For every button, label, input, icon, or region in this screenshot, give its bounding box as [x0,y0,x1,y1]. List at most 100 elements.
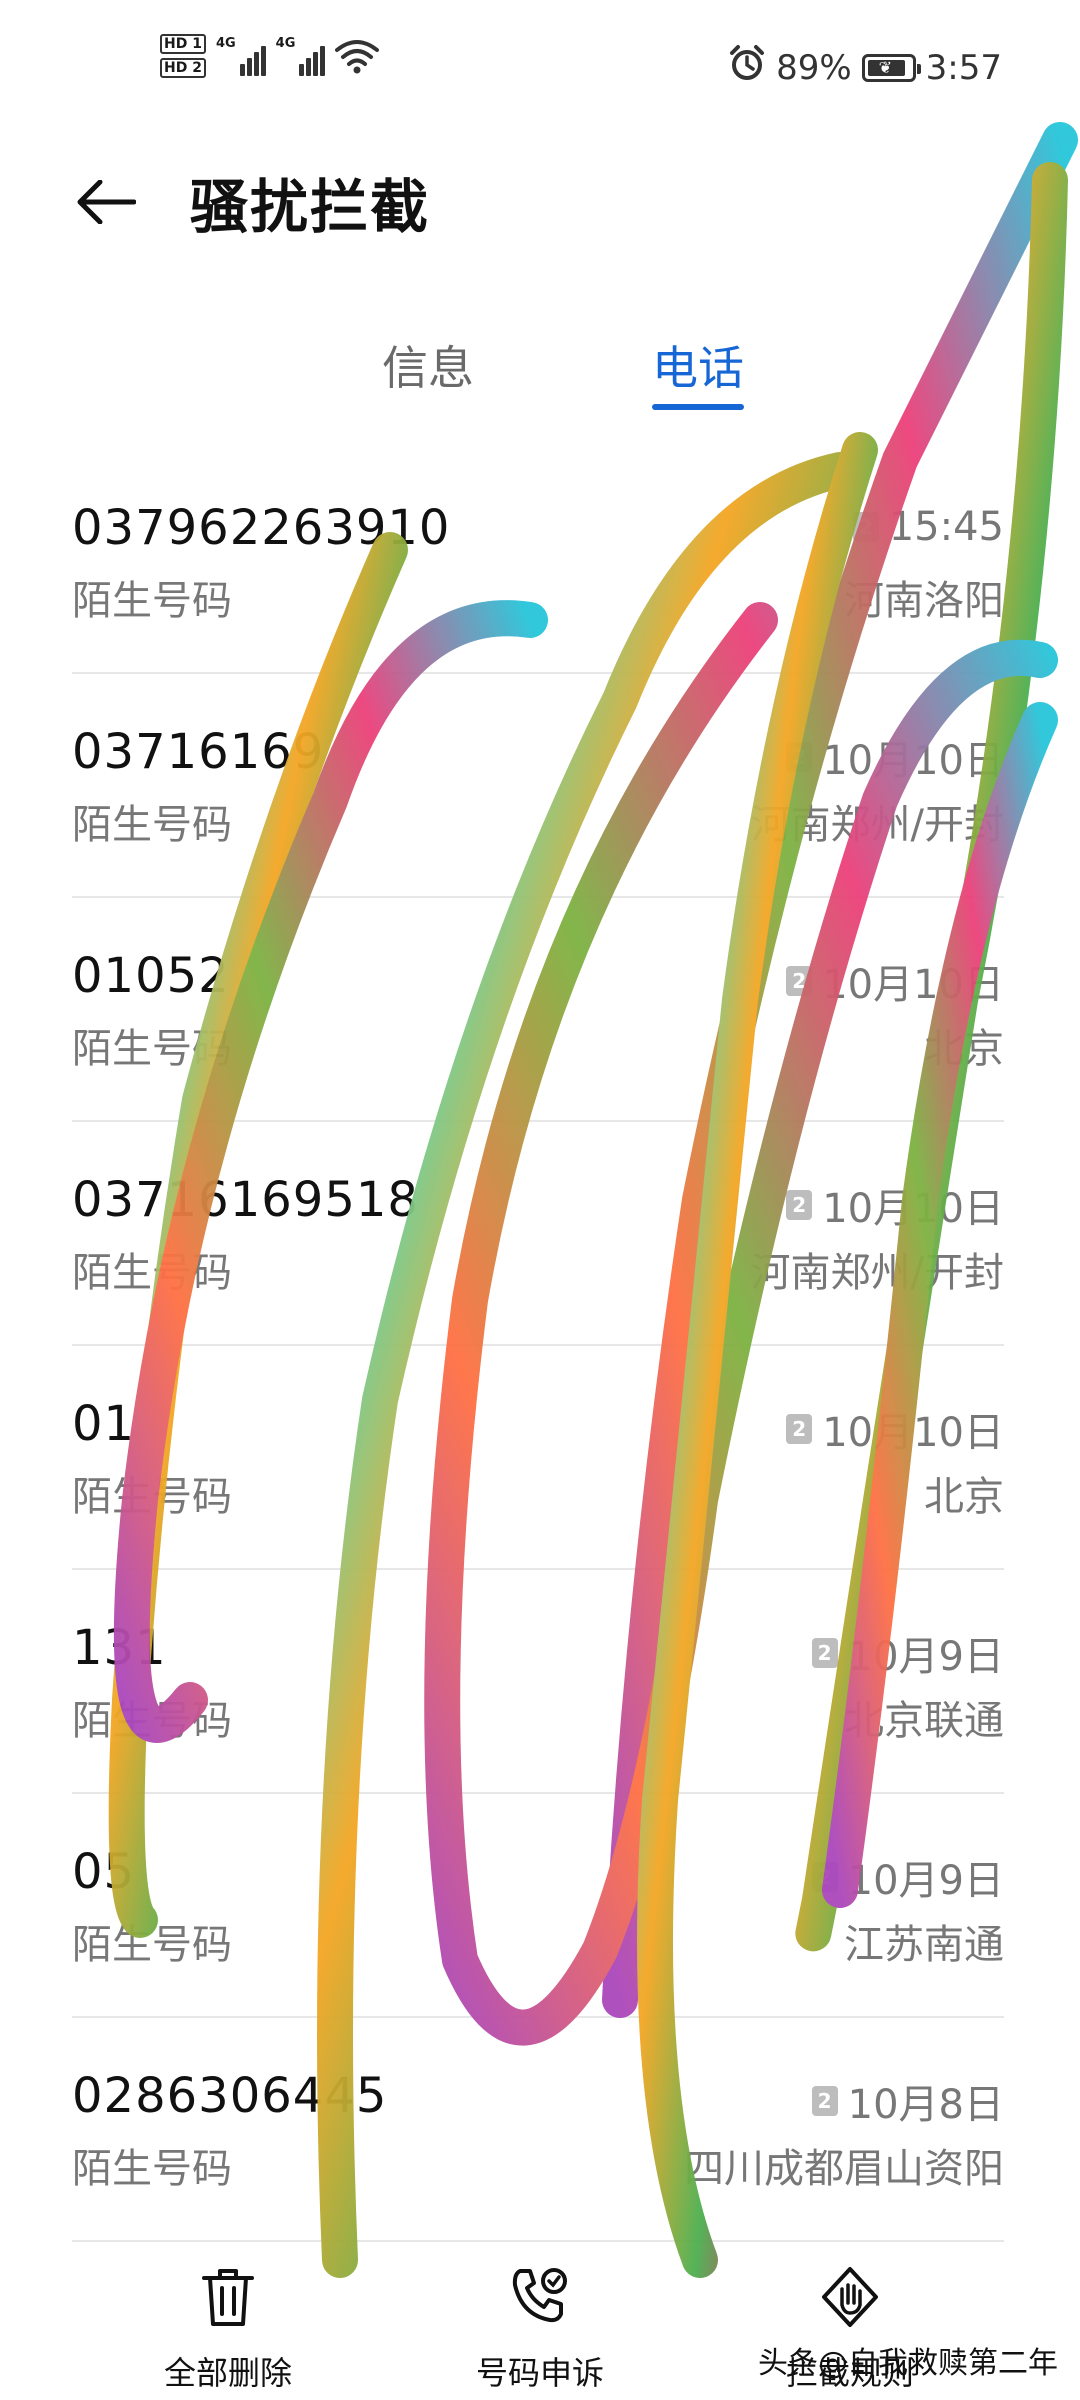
signal-sim1-icon: 4G [216,36,266,76]
number-appeal-label: 号码申诉 [475,2354,604,2392]
signal-bar [313,52,319,76]
call-number: 03716169518 [72,1172,419,1228]
call-number: 131 [72,1620,167,1676]
call-label: 陌生号码 [72,802,232,848]
watermark: 头条@自我救赎第二年 [758,2346,1058,2381]
signal-bar [299,64,305,76]
page-title: 骚扰拦截 [190,173,431,241]
blocked-calls-list: 037962263910 陌生号码 2 15:45 河南洛阳 03716169 陌生号码 2 1… [0,450,1080,2242]
trash-icon [118,2262,338,2332]
status-left: HD 1 HD 2 4G 4G [160,34,380,78]
call-date: 10月10日 [822,738,1004,784]
call-number: 0286306445 [72,2068,388,2124]
call-row[interactable]: 03716169 陌生号码 2 10月10日河南郑州/开封 [0,674,1080,898]
hd-sim2-icon: HD 2 [160,58,206,78]
call-label: 陌生号码 [72,1698,232,1744]
call-location: 河南郑州/开封 [750,1250,1004,1296]
call-row[interactable]: 01052 陌生号码 2 10月10日北京 [0,898,1080,1122]
call-date: 10月9日 [847,1634,1004,1680]
call-date-group: 2 10月9日 [811,1848,1004,1906]
call-row[interactable]: 01 陌生号码 2 10月10日北京 [0,1346,1080,1570]
call-date: 10月9日 [847,1858,1004,1904]
tab-calls[interactable]: 电话 [608,332,788,398]
call-row[interactable]: 05 陌生号码 2 10月9日江苏南通 [0,1794,1080,2018]
call-location: 北京 [924,1474,1004,1520]
hd-sim1-icon: HD 1 [160,34,206,54]
call-number: 03716169 [72,724,325,780]
call-date-group: 2 10月10日 [786,728,1004,786]
number-appeal-button[interactable]: 号码申诉 [430,2262,650,2394]
phone-appeal-icon [430,2262,650,2332]
bottom-toolbar: 全部删除 号码申诉 拦截规则 头条@自我救赎第二年 [0,2240,1080,2400]
signal-bar [239,64,245,76]
call-date-group: 2 10月8日 [811,2072,1004,2130]
call-label: 陌生号码 [72,1250,232,1296]
call-number: 01 [72,1396,136,1452]
battery-percent: 89% [776,47,852,88]
call-location: 北京 [924,1026,1004,1072]
delete-all-button[interactable]: 全部删除 [118,2262,338,2394]
sim-icon: 2 [786,1190,813,1220]
signal-bar [320,46,326,76]
delete-all-label: 全部删除 [163,2354,292,2392]
call-label: 陌生号码 [72,2146,232,2192]
sim-icon: 2 [852,512,879,542]
signal-sim2-icon: 4G [276,36,326,76]
call-date: 10月10日 [822,1186,1004,1232]
call-label: 陌生号码 [72,1922,232,1968]
wifi-icon [335,38,380,74]
call-label: 陌生号码 [72,578,232,624]
sim-icon: 2 [786,742,813,772]
network-type-2: 4G [275,36,296,51]
call-number: 01052 [72,948,230,1004]
call-location: 河南郑州/开封 [750,802,1004,848]
active-tab-indicator [652,404,744,410]
call-row[interactable]: 131 陌生号码 2 10月9日北京联通 [0,1570,1080,1794]
arrow-left-icon [77,180,136,224]
call-number: 037962263910 [72,500,451,556]
signal-bar [253,52,259,76]
sim-icon: 2 [786,1414,813,1444]
alarm-icon [728,44,766,91]
call-number: 05 [72,1844,136,1900]
sim-icon: 2 [811,1862,838,1892]
call-label: 陌生号码 [72,1474,232,1520]
clock: 3:57 [925,47,1002,88]
call-date: 15:45 [888,504,1004,550]
call-label: 陌生号码 [72,1026,232,1072]
call-date-group: 2 10月9日 [811,1624,1004,1682]
call-date-group: 2 10月10日 [786,952,1004,1010]
call-row[interactable]: 0286306445 陌生号码 2 10月8日四川成都眉山资阳 [0,2018,1080,2242]
network-type-1: 4G [215,36,236,51]
call-location: 北京联通 [844,1698,1004,1744]
sim-icon: 2 [786,966,813,996]
call-row[interactable]: 03716169518 陌生号码 2 10月10日河南郑州/开封 [0,1122,1080,1346]
signal-bar [260,46,266,76]
call-date-group: 2 10月10日 [786,1176,1004,1234]
status-right: 89% ❦ 3:57 [728,44,1002,91]
app-header: 骚扰拦截 [0,150,1080,250]
call-date-group: 2 15:45 [852,504,1004,550]
call-location: 河南洛阳 [844,578,1004,624]
sim-icon: 2 [811,1638,838,1668]
call-location: 四川成都眉山资阳 [684,2146,1004,2192]
sim-icon: 2 [811,2086,838,2116]
sim-indicators: HD 1 HD 2 [160,34,206,78]
signal-bar [306,58,312,76]
back-button[interactable] [66,162,146,242]
call-row[interactable]: 037962263910 陌生号码 2 15:45 河南洛阳 [0,450,1080,674]
call-location: 江苏南通 [844,1922,1004,1968]
tab-messages[interactable]: 信息 [338,332,518,398]
signal-bar [246,58,252,76]
call-date: 10月10日 [822,962,1004,1008]
shield-hand-icon [740,2262,960,2332]
leaf-icon: ❦ [878,57,893,77]
status-bar: HD 1 HD 2 4G 4G 89% ❦ 3:57 [0,0,1080,130]
hd-sim2-label: HD 2 [160,58,206,78]
call-date: 10月8日 [847,2082,1004,2128]
call-date-group: 2 10月10日 [786,1400,1004,1458]
battery-icon: ❦ [861,53,921,82]
call-date: 10月10日 [822,1410,1004,1456]
hd-sim1-label: HD 1 [160,34,206,54]
tab-bar: 信息 电话 [0,320,1080,420]
